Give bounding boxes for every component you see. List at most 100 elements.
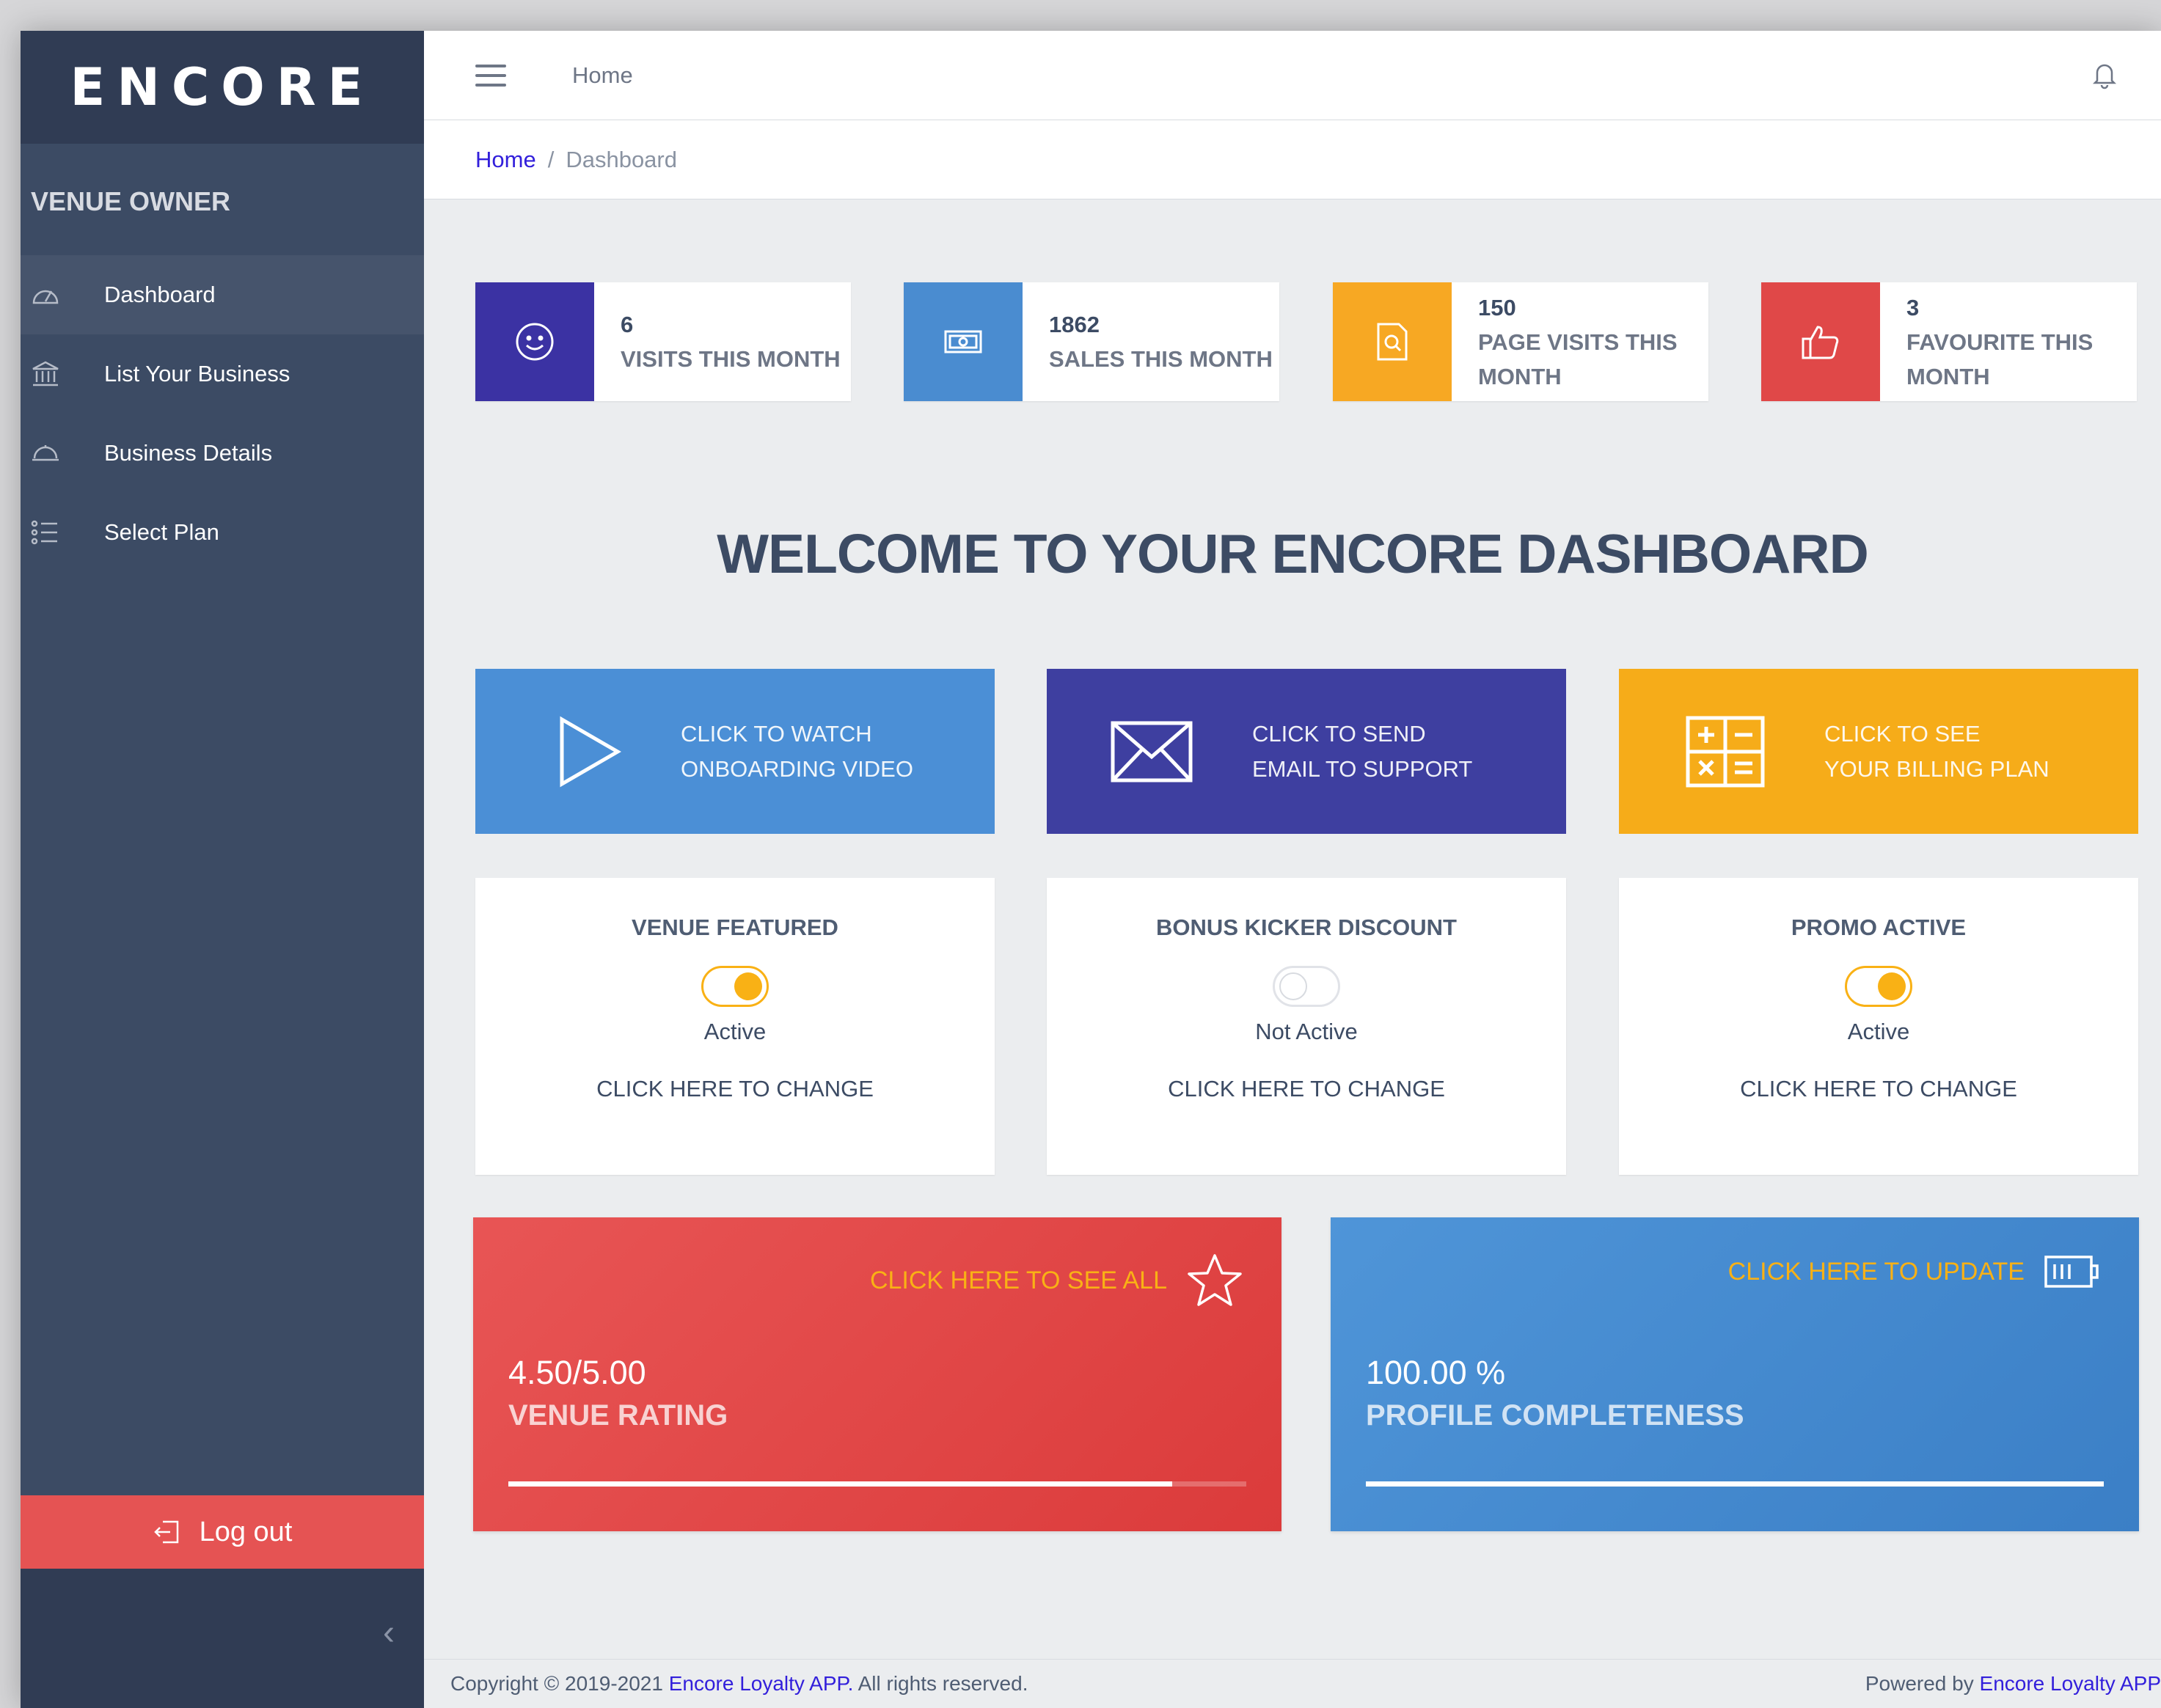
stat-card-visits: 6 VISITS THIS MONTH <box>475 282 851 401</box>
profile-caption: PROFILE COMPLETENESS <box>1366 1399 1744 1432</box>
rating-caption: VENUE RATING <box>508 1399 728 1432</box>
encore-link[interactable]: Encore Loyalty APP. <box>669 1672 854 1695</box>
sidebar: ENCORE VENUE OWNER Dashboard List Your B… <box>21 31 424 1708</box>
sidebar-item-list-business[interactable]: List Your Business <box>21 334 424 414</box>
sidebar-item-label: Business Details <box>104 440 273 466</box>
logout-button[interactable]: Log out <box>21 1495 424 1569</box>
toggle-title: VENUE FEATURED <box>632 915 838 940</box>
rights-text: All rights reserved. <box>858 1672 1028 1695</box>
promo-active-card: PROMO ACTIVE Active CLICK HERE TO CHANGE <box>1619 878 2138 1175</box>
stat-card-favourites: 3 FAVOURITE THIS MONTH <box>1761 282 2137 401</box>
logout-icon <box>153 1517 182 1547</box>
chevron-left-icon: ‹ <box>383 1613 395 1652</box>
breadcrumb-separator: / <box>547 146 555 172</box>
stat-caption: SALES THIS MONTH <box>1049 346 1273 372</box>
promo-active-toggle[interactable] <box>1845 966 1912 1007</box>
menu-toggle-icon[interactable] <box>475 64 506 87</box>
rating-value: 4.50/5.00 <box>508 1354 646 1391</box>
play-icon <box>475 715 622 788</box>
sidebar-title: VENUE OWNER <box>31 186 231 216</box>
calculator-icon <box>1619 715 1766 788</box>
stat-card-page-visits: 150 PAGE VISITS THIS MONTH <box>1333 282 1708 401</box>
stat-card-sales: 1862 SALES THIS MONTH <box>904 282 1279 401</box>
action-label-line2: ONBOARDING VIDEO <box>681 755 913 782</box>
main-content: 6 VISITS THIS MONTH 1862 SALES THIS MONT… <box>424 199 2161 1708</box>
money-icon <box>904 282 1023 401</box>
speedometer-icon <box>31 280 82 309</box>
email-support-button[interactable]: CLICK TO SEND EMAIL TO SUPPORT <box>1047 669 1566 834</box>
toggle-title: PROMO ACTIVE <box>1791 915 1967 940</box>
see-all-ratings-link[interactable]: CLICK HERE TO SEE ALL <box>870 1253 1243 1308</box>
search-document-icon <box>1333 282 1452 401</box>
thumbs-up-icon <box>1761 282 1880 401</box>
link-label: CLICK HERE TO UPDATE <box>1727 1257 2025 1286</box>
powered-by-link[interactable]: Encore Loyalty APP <box>1980 1672 2161 1695</box>
sidebar-item-label: Dashboard <box>104 282 216 307</box>
logout-label: Log out <box>199 1516 293 1547</box>
rating-progress-fill <box>508 1481 1173 1487</box>
profile-progress-bar <box>1366 1481 2104 1487</box>
app-window: ENCORE VENUE OWNER Dashboard List Your B… <box>21 31 2161 1708</box>
bonus-kicker-toggle[interactable] <box>1273 966 1340 1007</box>
toggle-status: Active <box>1847 1019 1910 1044</box>
toggle-title: BONUS KICKER DISCOUNT <box>1156 915 1457 940</box>
copyright-text: Copyright © 2019-2021 <box>450 1672 663 1695</box>
breadcrumb-home[interactable]: Home <box>475 147 536 173</box>
sidebar-item-dashboard[interactable]: Dashboard <box>21 255 424 334</box>
footer-copyright: Copyright © 2019-2021 Encore Loyalty APP… <box>450 1672 1028 1696</box>
sidebar-item-label: List Your Business <box>104 361 290 386</box>
profile-progress-fill <box>1366 1481 2104 1487</box>
stat-caption-line1: PAGE VISITS THIS <box>1478 329 1678 355</box>
link-label: CLICK HERE TO SEE ALL <box>869 1266 1167 1294</box>
cloche-icon <box>31 439 82 468</box>
envelope-icon <box>1047 719 1193 785</box>
toggle-status: Not Active <box>1255 1019 1358 1044</box>
powered-by-text: Powered by <box>1865 1672 1974 1695</box>
sidebar-minimizer[interactable]: ‹ <box>21 1569 424 1708</box>
footer: Copyright © 2019-2021 Encore Loyalty APP… <box>424 1659 2161 1708</box>
breadcrumb-current: Dashboard <box>566 146 677 172</box>
list-icon <box>31 518 82 547</box>
welcome-heading: WELCOME TO YOUR ENCORE DASHBOARD <box>717 523 1868 584</box>
stat-value: 3 <box>1906 294 1920 320</box>
action-label-line1: CLICK TO WATCH <box>681 720 872 747</box>
action-label-line2: YOUR BILLING PLAN <box>1824 755 2050 782</box>
change-link[interactable]: CLICK HERE TO CHANGE <box>1619 1076 2138 1102</box>
battery-icon <box>2044 1253 2101 1291</box>
venue-featured-card: VENUE FEATURED Active CLICK HERE TO CHAN… <box>475 878 995 1175</box>
stat-caption-line2: MONTH <box>1478 363 1562 389</box>
venue-rating-card: CLICK HERE TO SEE ALL 4.50/5.00 VENUE RA… <box>473 1217 1281 1531</box>
bell-icon[interactable] <box>2092 60 2117 93</box>
sidebar-item-business-details[interactable]: Business Details <box>21 414 424 493</box>
stat-caption-line2: MONTH <box>1906 363 1990 389</box>
header-home-link[interactable]: Home <box>572 62 633 89</box>
action-label-line1: CLICK TO SEE <box>1824 720 1981 747</box>
smile-icon <box>475 282 594 401</box>
profile-completeness-card: CLICK HERE TO UPDATE 100.00 % PROFILE CO… <box>1331 1217 2139 1531</box>
profile-value: 100.00 % <box>1366 1354 1506 1391</box>
stat-caption-line1: FAVOURITE THIS <box>1906 329 2094 355</box>
bonus-kicker-card: BONUS KICKER DISCOUNT Not Active CLICK H… <box>1047 878 1566 1175</box>
toggle-status: Active <box>703 1019 767 1044</box>
action-label-line2: EMAIL TO SUPPORT <box>1252 755 1473 782</box>
top-header: Home <box>424 31 2161 120</box>
sidebar-item-label: Select Plan <box>104 519 219 545</box>
brand-logo[interactable]: ENCORE <box>21 31 424 144</box>
update-profile-link[interactable]: CLICK HERE TO UPDATE <box>1728 1253 2101 1291</box>
footer-powered-by: Powered by Encore Loyalty APP <box>1865 1672 2161 1696</box>
action-label-line1: CLICK TO SEND <box>1252 720 1426 747</box>
venue-featured-toggle[interactable] <box>701 966 769 1007</box>
change-link[interactable]: CLICK HERE TO CHANGE <box>1047 1076 1566 1102</box>
star-icon <box>1186 1253 1243 1308</box>
watch-onboarding-video-button[interactable]: CLICK TO WATCH ONBOARDING VIDEO <box>475 669 995 834</box>
stat-value: 150 <box>1478 294 1516 320</box>
billing-plan-button[interactable]: CLICK TO SEE YOUR BILLING PLAN <box>1619 669 2138 834</box>
sidebar-item-select-plan[interactable]: Select Plan <box>21 493 424 572</box>
rating-progress-bar <box>508 1481 1246 1487</box>
stat-caption: VISITS THIS MONTH <box>621 346 841 372</box>
change-link[interactable]: CLICK HERE TO CHANGE <box>475 1076 995 1102</box>
stat-value: 6 <box>621 312 634 337</box>
stat-value: 1862 <box>1049 312 1100 337</box>
breadcrumb: Home / Dashboard <box>424 120 2161 199</box>
bank-icon <box>31 359 82 389</box>
